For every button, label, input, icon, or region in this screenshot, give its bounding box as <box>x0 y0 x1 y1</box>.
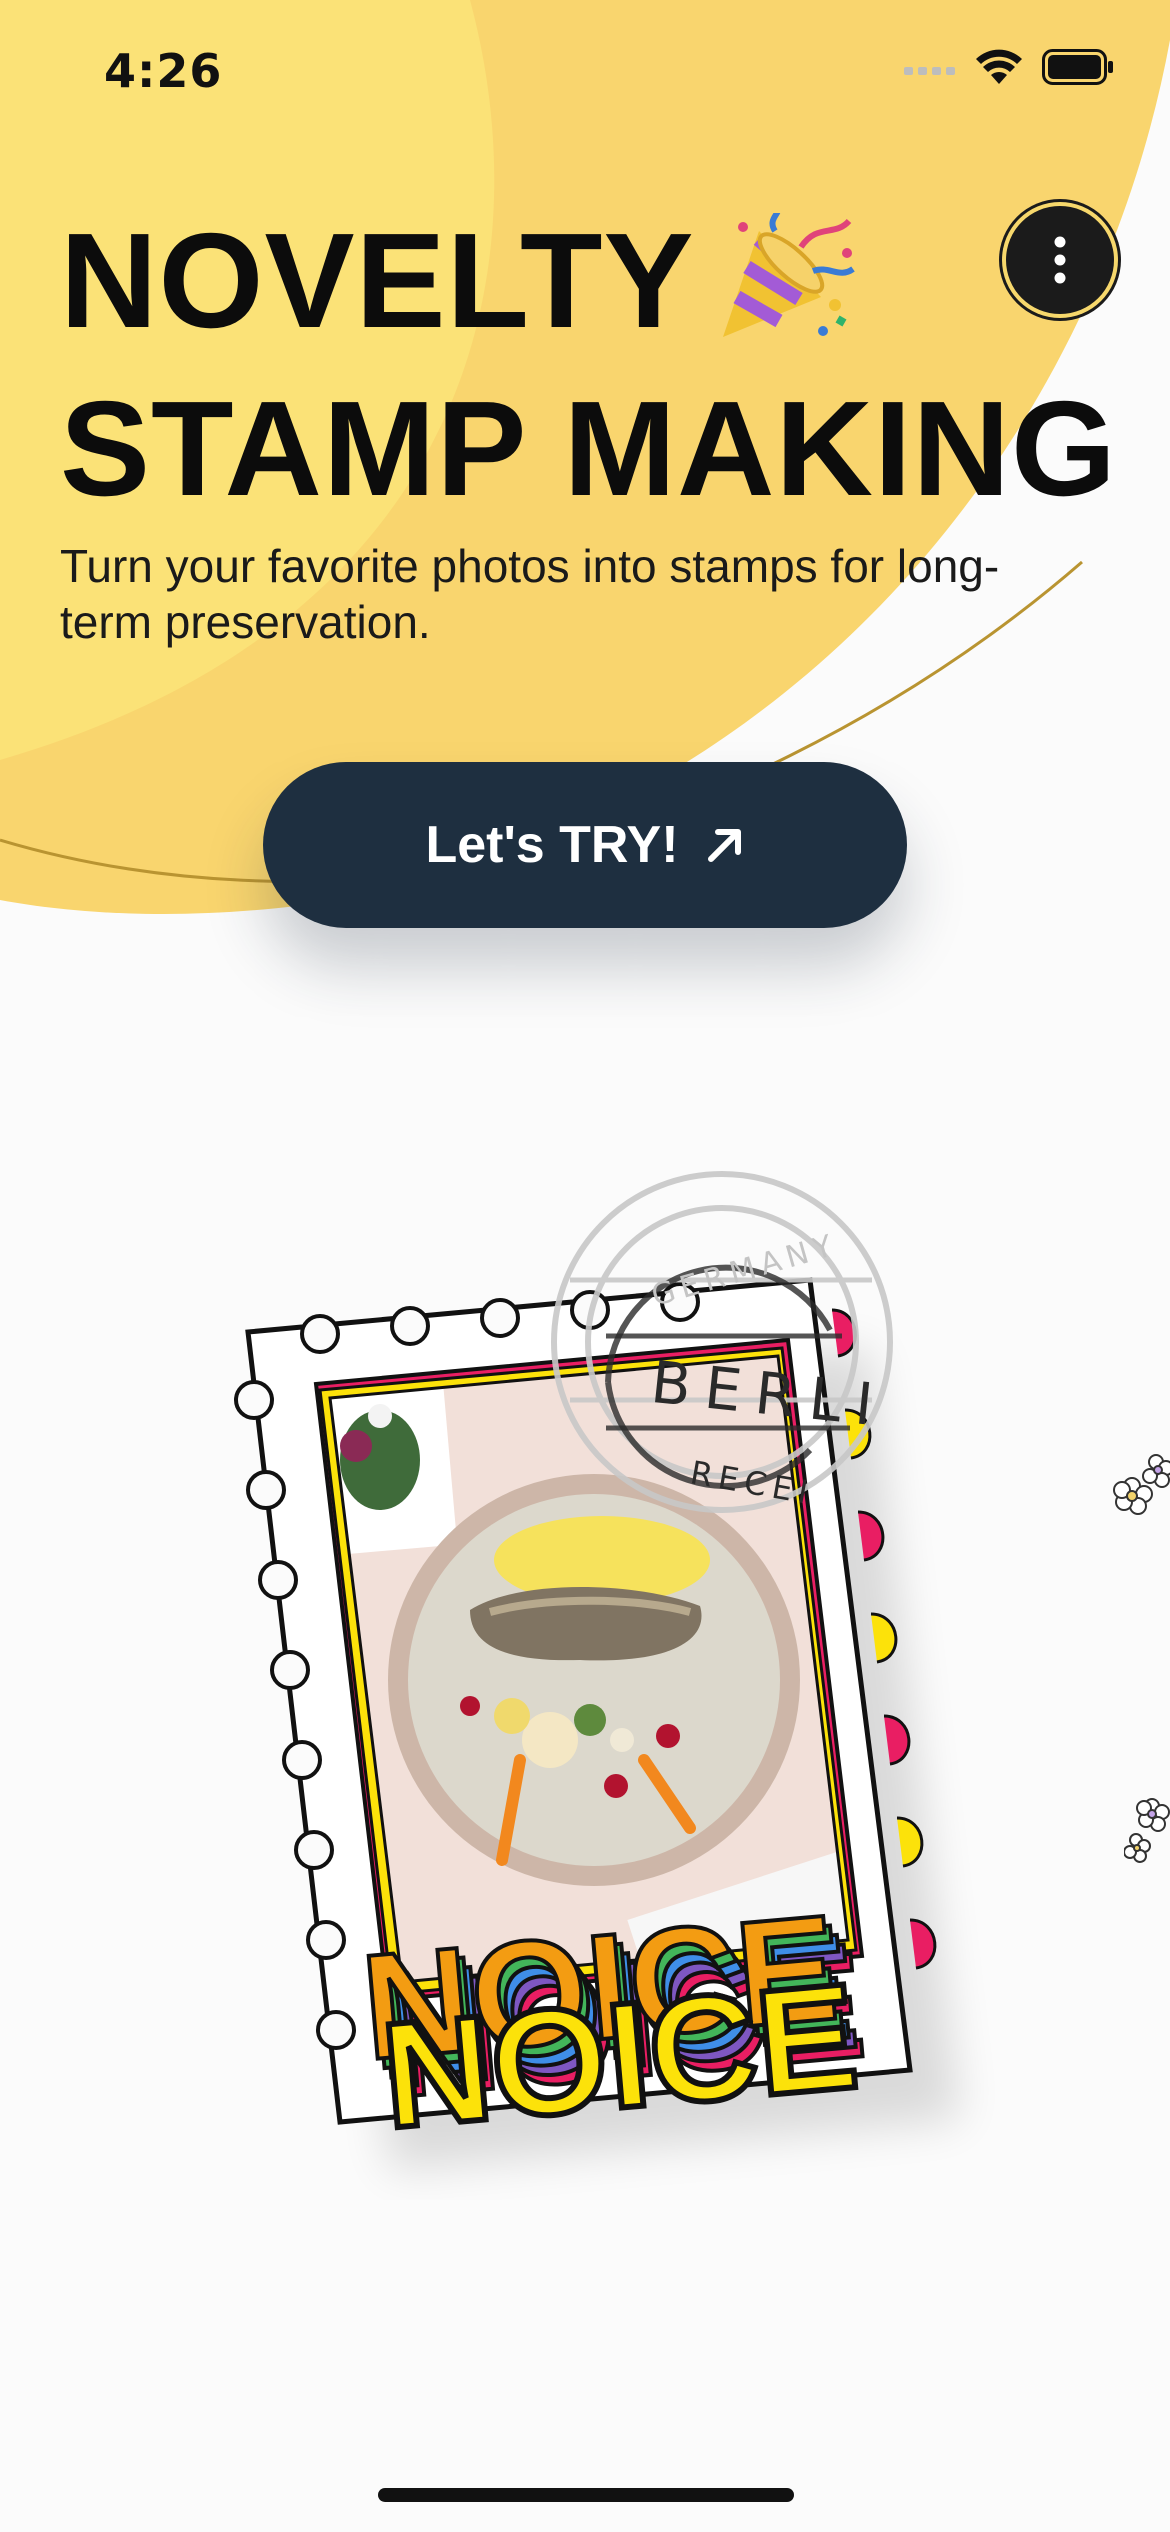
lets-try-label: Let's TRY! <box>425 816 679 874</box>
battery-icon <box>1042 49 1113 85</box>
status-time: 4:26 <box>104 44 223 98</box>
party-popper-icon <box>717 206 857 373</box>
page-subtitle: Turn your favorite photos into stamps fo… <box>60 540 1000 648</box>
arrow-up-right-icon <box>707 829 741 862</box>
home-indicator[interactable] <box>378 2488 794 2502</box>
more-options-button[interactable] <box>1006 206 1114 314</box>
stamp-preview: GERMANY BERLI RECEI NOICE NOICE NOICE NO… <box>170 1160 1000 2200</box>
page-title: NOVELTY STAMP MAKING <box>60 205 1117 525</box>
flower-doodle-icon <box>1113 1454 1170 1515</box>
page-title-line2: STAMP MAKING <box>60 373 1117 524</box>
more-vertical-icon <box>1054 236 1066 284</box>
page-title-line1: NOVELTY <box>60 205 695 356</box>
flower-doodle-small-icon <box>1124 1798 1170 1863</box>
wifi-icon <box>976 49 1022 84</box>
lets-try-button[interactable]: Let's TRY! <box>263 762 907 928</box>
status-icons <box>904 48 1114 86</box>
signal-icon <box>904 67 955 75</box>
